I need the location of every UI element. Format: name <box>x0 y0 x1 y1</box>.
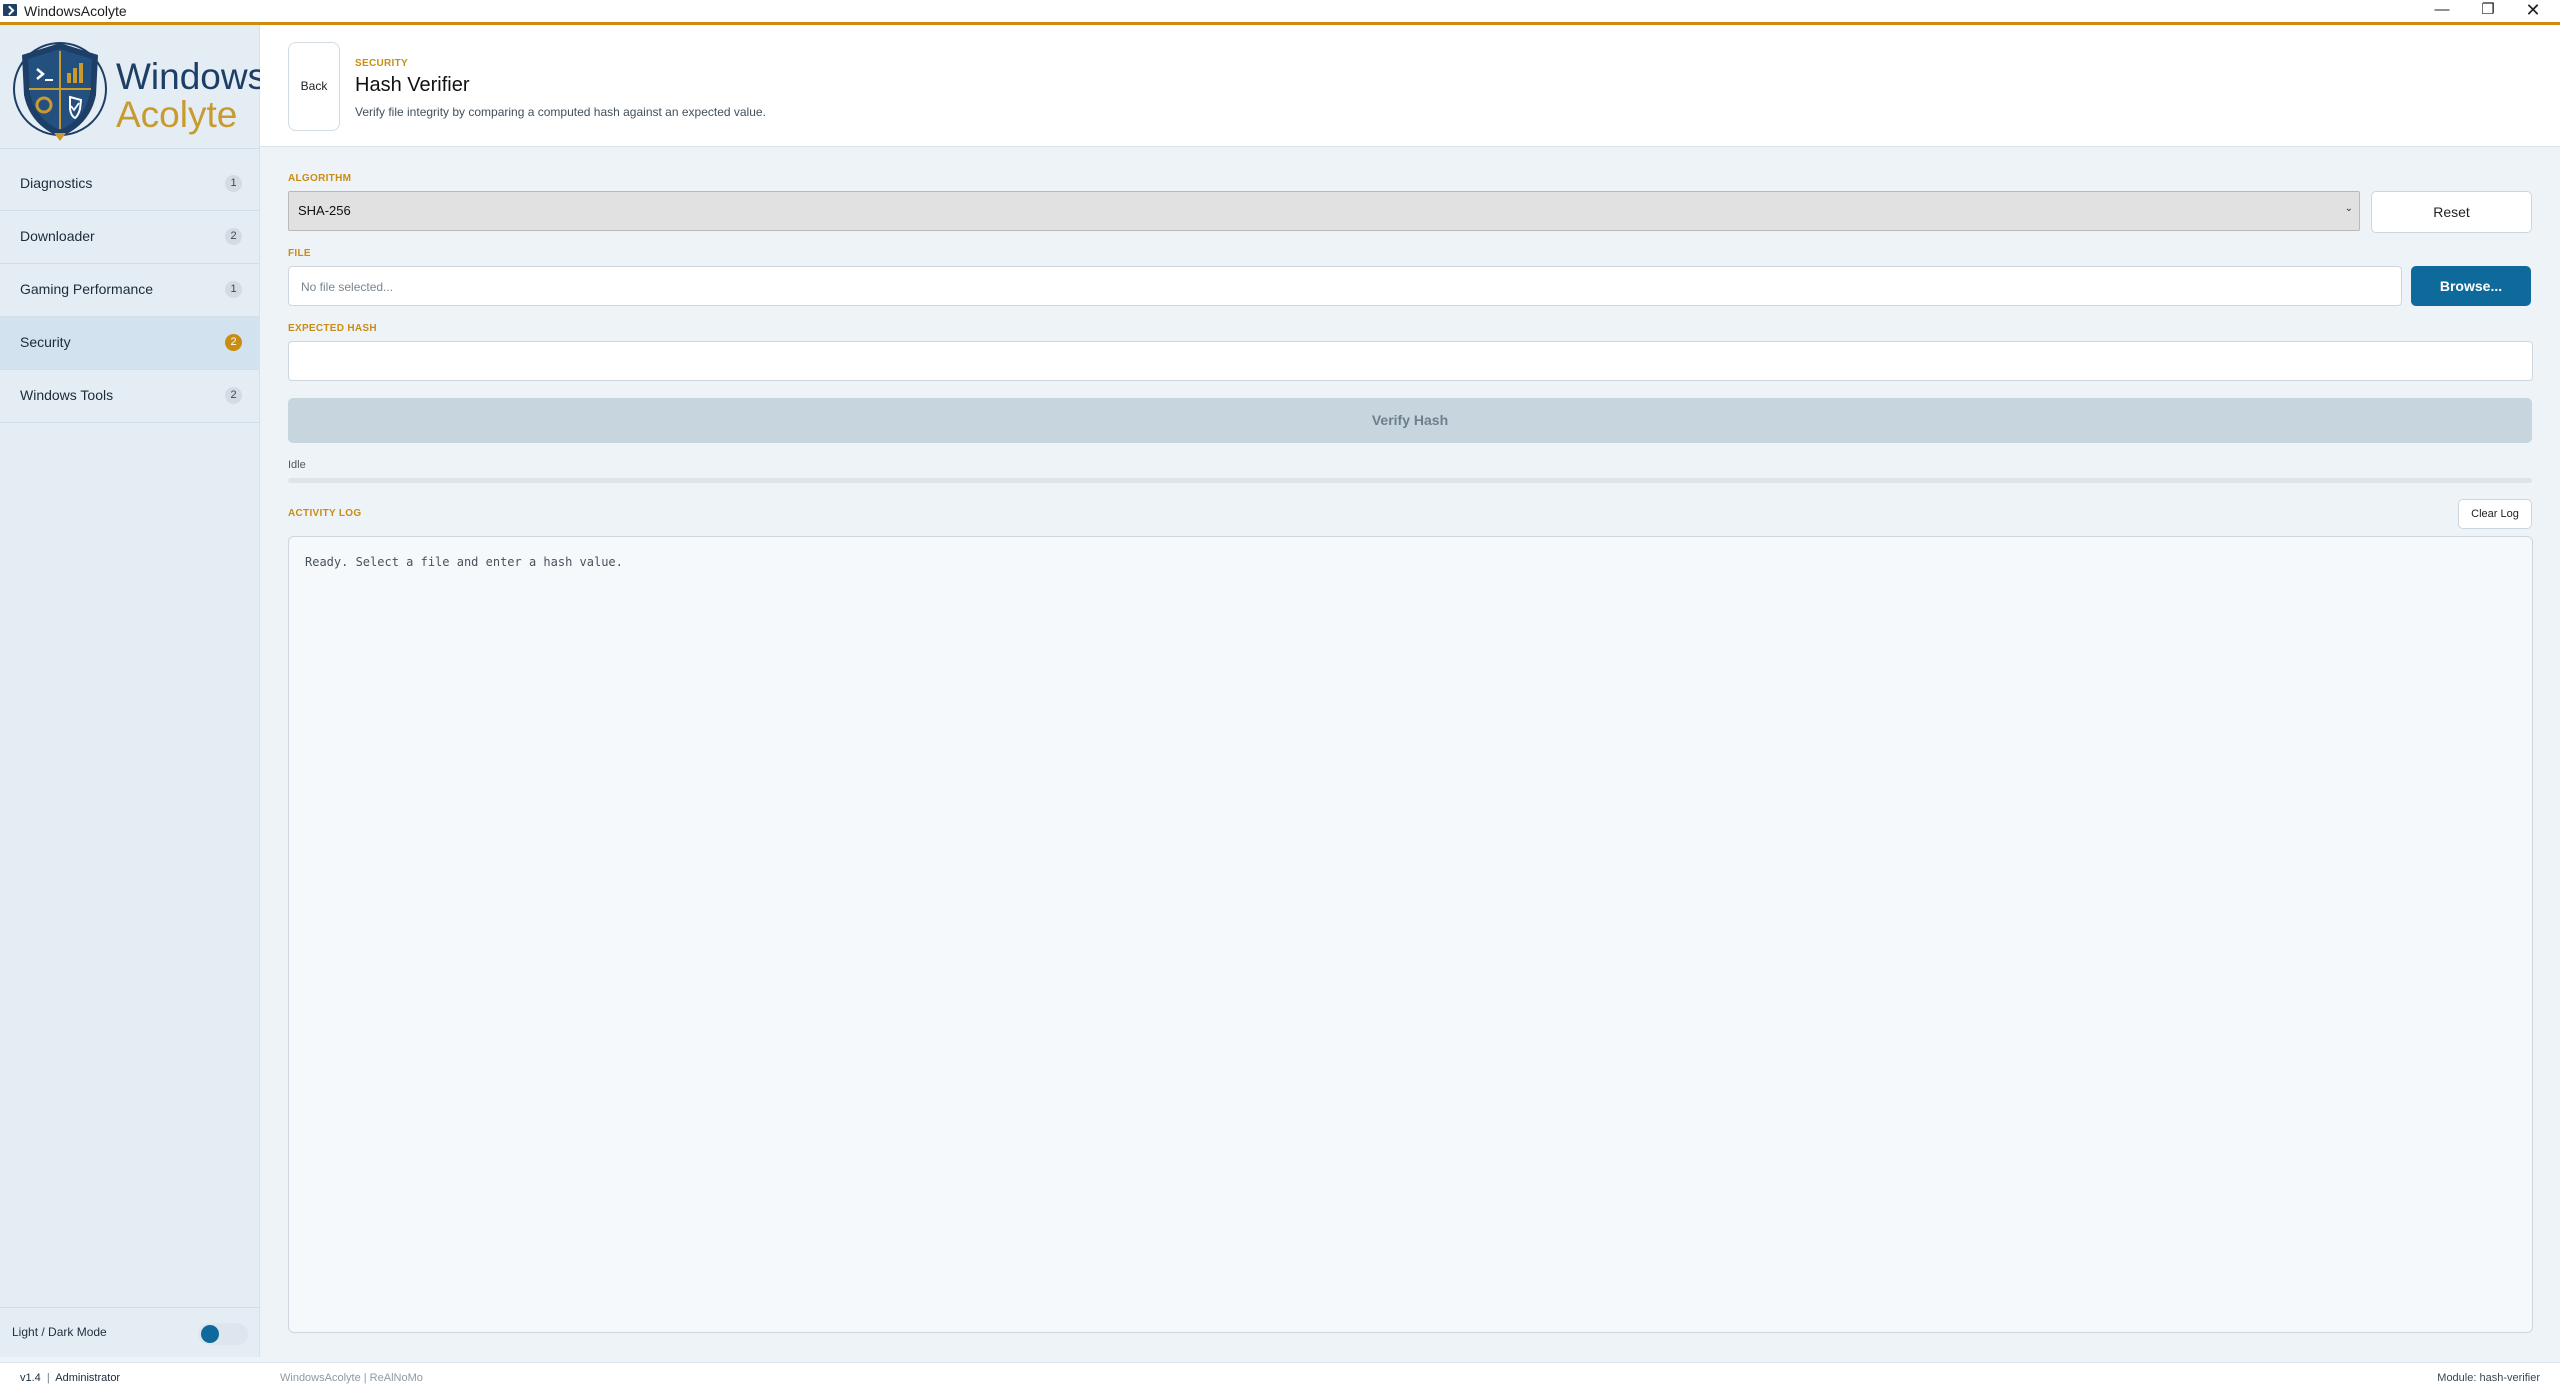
sidebar-item-label: Downloader <box>20 228 95 244</box>
shield-logo-icon <box>13 42 107 141</box>
algorithm-value: SHA-256 <box>298 203 351 218</box>
clear-log-button[interactable]: Clear Log <box>2458 499 2532 529</box>
logo-text-windows: Windows <box>116 56 267 97</box>
theme-toggle[interactable] <box>198 1323 248 1345</box>
progress-bar <box>288 478 2532 483</box>
version-info: v1.4 | Administrator <box>20 1372 120 1384</box>
file-placeholder: No file selected... <box>301 280 394 294</box>
chevron-down-icon: ⌄ <box>2344 203 2353 214</box>
back-button[interactable]: Back <box>288 42 340 131</box>
maximize-button[interactable]: ❐ <box>2466 0 2510 22</box>
app-logo: Windows Acolyte <box>10 33 266 148</box>
title-bar: WindowsAcolyte — ❐ ✕ <box>0 0 2560 25</box>
toggle-knob <box>201 1325 219 1343</box>
sidebar-nav: Diagnostics 1 Downloader 2 Gaming Perfor… <box>0 158 259 423</box>
algorithm-select[interactable]: SHA-256 ⌄ <box>288 191 2360 231</box>
page-subtitle: Verify file integrity by comparing a com… <box>355 105 766 119</box>
minimize-button[interactable]: — <box>2420 0 2464 22</box>
app-credit: WindowsAcolyte | ReAlNoMo <box>280 1372 423 1384</box>
breadcrumb: SECURITY <box>355 58 408 69</box>
count-badge: 1 <box>225 175 242 192</box>
sidebar-item-downloader[interactable]: Downloader 2 <box>0 211 259 264</box>
browse-button[interactable]: Browse... <box>2411 266 2531 306</box>
file-label: FILE <box>288 248 311 259</box>
role-text: Administrator <box>55 1372 121 1384</box>
count-badge: 1 <box>225 281 242 298</box>
theme-toggle-label: Light / Dark Mode <box>12 1325 107 1339</box>
version-text: v1.4 <box>20 1372 41 1384</box>
activity-log[interactable]: Ready. Select a file and enter a hash va… <box>288 536 2533 1333</box>
sidebar-item-windows-tools[interactable]: Windows Tools 2 <box>0 370 259 423</box>
status-text: Idle <box>288 459 306 471</box>
page-title: Hash Verifier <box>355 74 470 96</box>
sidebar-item-label: Windows Tools <box>20 387 114 403</box>
sidebar-item-label: Diagnostics <box>20 175 93 191</box>
theme-toggle-row: Light / Dark Mode <box>0 1307 259 1356</box>
file-path-field[interactable]: No file selected... <box>288 266 2402 306</box>
log-line: Ready. Select a file and enter a hash va… <box>305 555 623 569</box>
logo-wordmark: Windows Acolyte <box>116 58 266 134</box>
sidebar-item-diagnostics[interactable]: Diagnostics 1 <box>0 158 259 211</box>
page-header: Back SECURITY Hash Verifier Verify file … <box>260 25 2560 147</box>
close-button[interactable]: ✕ <box>2511 0 2555 22</box>
logo-text-acolyte: Acolyte <box>116 94 238 135</box>
sidebar-item-security[interactable]: Security 2 <box>0 317 259 370</box>
sidebar: Windows Acolyte Diagnostics 1 Downloader… <box>0 25 266 1357</box>
sidebar-item-label: Security <box>20 334 71 350</box>
count-badge: 2 <box>225 387 242 404</box>
divider <box>0 148 259 149</box>
window-title: WindowsAcolyte <box>24 3 127 19</box>
expected-hash-input[interactable] <box>288 341 2533 381</box>
verify-hash-button[interactable]: Verify Hash <box>288 398 2532 443</box>
separator: | <box>46 1372 50 1384</box>
algorithm-label: ALGORITHM <box>288 173 352 184</box>
sidebar-item-label: Gaming Performance <box>20 281 154 297</box>
status-bar: v1.4 | Administrator WindowsAcolyte | Re… <box>0 1362 2560 1393</box>
app-icon <box>3 4 17 16</box>
module-name: Module: hash-verifier <box>2437 1372 2540 1384</box>
expected-hash-label: EXPECTED HASH <box>288 323 377 334</box>
sidebar-item-gaming-performance[interactable]: Gaming Performance 1 <box>0 264 259 317</box>
count-badge: 2 <box>225 228 242 245</box>
activity-log-label: ACTIVITY LOG <box>288 508 362 519</box>
count-badge: 2 <box>225 334 242 351</box>
reset-button[interactable]: Reset <box>2371 191 2532 233</box>
